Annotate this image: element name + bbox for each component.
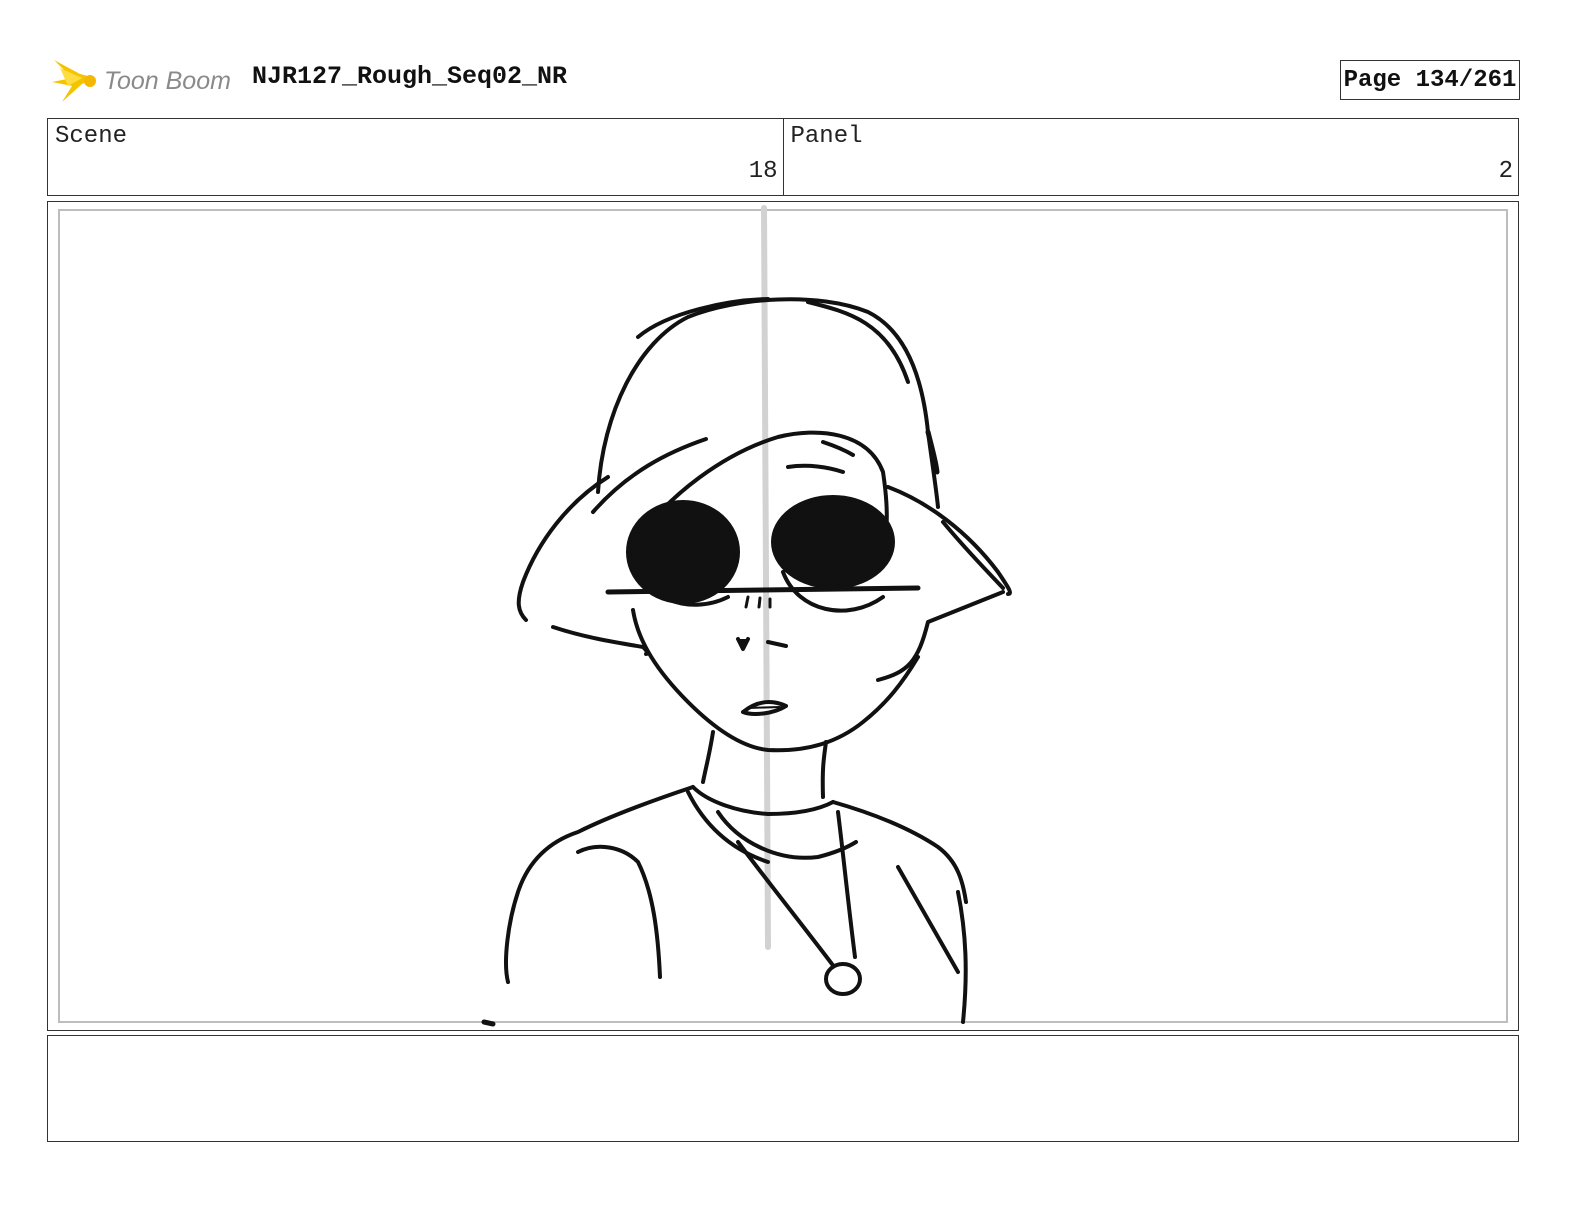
page-number: Page 134/261 <box>1340 60 1520 100</box>
center-guide-line <box>761 205 771 950</box>
character-sketch <box>481 205 1012 1027</box>
left-lens <box>626 500 740 604</box>
scene-label: Scene <box>55 123 128 150</box>
scene-number: 18 <box>748 158 778 185</box>
toon-boom-logo: Toon Boom <box>50 55 240 107</box>
scene-panel-info: Scene 18 Panel 2 <box>47 118 1519 196</box>
panel-cell: Panel 2 <box>782 119 1519 195</box>
panel-number: 2 <box>1498 158 1513 185</box>
document-title: NJR127_Rough_Seq02_NR <box>252 62 568 91</box>
storyboard-panel <box>47 201 1519 1031</box>
logo-text: Toon Boom <box>104 66 231 95</box>
right-lens <box>771 495 895 589</box>
toon-boom-star-icon <box>50 56 100 106</box>
scene-cell: Scene 18 <box>48 119 783 195</box>
panel-notes <box>47 1035 1519 1142</box>
panel-label: Panel <box>790 123 863 150</box>
